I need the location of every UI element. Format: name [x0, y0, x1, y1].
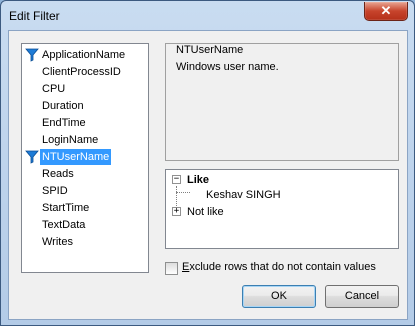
tree-connector	[176, 192, 190, 193]
description-title: NTUserName	[174, 44, 246, 56]
collapse-icon[interactable]: −	[172, 175, 181, 184]
ok-button[interactable]: OK	[242, 285, 316, 308]
tree-node-not-like-label: Not like	[187, 206, 224, 218]
description-group: NTUserName Windows user name.	[165, 43, 399, 161]
column-list-item-label: ApplicationName	[42, 49, 126, 61]
column-list-item-label: ClientProcessID	[42, 66, 121, 78]
cancel-button-label: Cancel	[344, 290, 380, 302]
tree-node-value-label: Keshav SINGH	[206, 189, 281, 201]
exclude-rows-label: Exclude rows that do not contain values	[182, 261, 376, 273]
column-list-item-label: LoginName	[42, 134, 99, 146]
funnel-icon	[25, 48, 39, 62]
column-list-item-label: Reads	[42, 168, 74, 180]
expand-icon[interactable]: +	[172, 207, 181, 216]
column-list-item-label: Writes	[42, 236, 73, 248]
column-list-item-label: Duration	[42, 100, 84, 112]
description-text: Windows user name.	[176, 61, 279, 73]
title-bar[interactable]: Edit Filter ✕	[1, 1, 414, 31]
window-title: Edit Filter	[9, 9, 60, 23]
exclude-rows-checkbox[interactable]	[165, 262, 178, 275]
close-icon: ✕	[380, 3, 392, 18]
column-list-item-label: TextData	[42, 219, 86, 231]
column-list[interactable]: ApplicationName ClientProcessID CPU Duratio…	[21, 43, 149, 273]
tree-node-like-label: Like	[187, 174, 210, 186]
column-list-item-label: StartTime	[42, 202, 90, 214]
filter-criteria-tree[interactable]: − Like Keshav SINGH + Not like	[165, 169, 399, 249]
dialog-client-area: ApplicationName ClientProcessID CPU Duratio…	[8, 30, 408, 320]
column-list-item-label: EndTime	[42, 117, 86, 129]
funnel-icon	[25, 150, 39, 164]
cancel-button[interactable]: Cancel	[325, 285, 399, 308]
exclude-rows-label-rest: xclude rows that do not contain values	[189, 261, 376, 273]
ok-button-label: OK	[271, 290, 287, 302]
edit-filter-dialog: Edit Filter ✕ ApplicationName ClientProce…	[0, 0, 415, 326]
column-list-item-label: NTUserName	[40, 149, 112, 165]
close-button[interactable]: ✕	[364, 2, 408, 21]
column-list-item-label: SPID	[42, 185, 68, 197]
tree-node-like-value[interactable]: Keshav SINGH	[206, 187, 281, 203]
column-list-item-label: CPU	[42, 83, 66, 95]
